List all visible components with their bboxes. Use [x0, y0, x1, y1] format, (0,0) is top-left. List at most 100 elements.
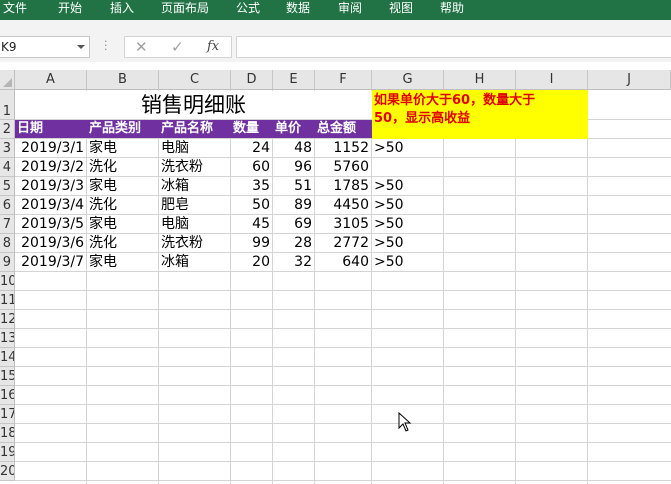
cell-product[interactable]: 肥皂 [159, 196, 230, 214]
header-product[interactable]: 产品名称 [161, 120, 213, 138]
cell-product[interactable]: 洗衣粉 [159, 234, 230, 252]
tab-formulas[interactable]: 公式 [236, 0, 260, 20]
row-header-6[interactable]: 6 [0, 196, 15, 215]
cell-date[interactable]: 2019/3/3 [15, 177, 86, 195]
cell-product[interactable]: 电脑 [159, 215, 230, 233]
tab-help[interactable]: 帮助 [440, 0, 464, 20]
column-header-h[interactable]: H [444, 70, 516, 90]
cell-category[interactable]: 洗化 [87, 196, 158, 214]
row-header-19[interactable]: 19 [0, 443, 15, 462]
cell-quantity[interactable]: 60 [231, 158, 272, 176]
cell-date[interactable]: 2019/3/2 [15, 158, 86, 176]
row-header-16[interactable]: 16 [0, 386, 15, 405]
row-header-1[interactable]: 1 [0, 90, 15, 120]
row-header-20[interactable]: 20 [0, 462, 15, 481]
cell-quantity[interactable]: 35 [231, 177, 272, 195]
cell-flag[interactable]: >50 [372, 196, 443, 214]
cell-price[interactable]: 32 [273, 253, 314, 271]
row-header-9[interactable]: 9 [0, 253, 15, 272]
cell-total[interactable]: 3105 [315, 215, 371, 233]
row-header-18[interactable]: 18 [0, 424, 15, 443]
formula-input[interactable] [236, 36, 671, 58]
tab-file[interactable]: 文件 [3, 0, 27, 20]
cell-category[interactable]: 家电 [87, 177, 158, 195]
cell-flag[interactable]: >50 [372, 253, 443, 271]
cell-price[interactable]: 96 [273, 158, 314, 176]
tab-review[interactable]: 审阅 [338, 0, 362, 20]
header-quantity[interactable]: 数量 [233, 120, 259, 138]
cell-flag[interactable]: >50 [372, 215, 443, 233]
row-header-14[interactable]: 14 [0, 348, 15, 367]
row-header-10[interactable]: 10 [0, 272, 15, 291]
header-date[interactable]: 日期 [17, 120, 43, 138]
cell-quantity[interactable]: 99 [231, 234, 272, 252]
column-header-j[interactable]: J [588, 70, 671, 90]
cell-product[interactable]: 冰箱 [159, 177, 230, 195]
row-header-3[interactable]: 3 [0, 139, 15, 158]
cell-quantity[interactable]: 45 [231, 215, 272, 233]
cancel-icon[interactable]: ✕ [135, 37, 148, 57]
cell-total[interactable]: 640 [315, 253, 371, 271]
cell-total[interactable]: 2772 [315, 234, 371, 252]
note-cell[interactable]: 如果单价大于60，数量大于 50，显示高收益 [372, 90, 588, 139]
cell-category[interactable]: 家电 [87, 253, 158, 271]
cell-quantity[interactable]: 24 [231, 139, 272, 157]
enter-icon[interactable]: ✓ [171, 37, 184, 57]
column-header-c[interactable]: C [159, 70, 231, 90]
drag-handle-icon[interactable]: · · · [104, 36, 108, 55]
tab-view[interactable]: 视图 [389, 0, 413, 20]
cell-date[interactable]: 2019/3/7 [15, 253, 86, 271]
cell-date[interactable]: 2019/3/6 [15, 234, 86, 252]
cell-price[interactable]: 48 [273, 139, 314, 157]
cell-total[interactable]: 1152 [315, 139, 371, 157]
cell-price[interactable]: 51 [273, 177, 314, 195]
cell-date[interactable]: 2019/3/5 [15, 215, 86, 233]
chevron-down-icon[interactable] [77, 45, 85, 49]
column-header-b[interactable]: B [87, 70, 159, 90]
row-header-17[interactable]: 17 [0, 405, 15, 424]
header-total[interactable]: 总金额 [317, 120, 356, 138]
column-header-e[interactable]: E [273, 70, 315, 90]
row-header-8[interactable]: 8 [0, 234, 15, 253]
cell-total[interactable]: 4450 [315, 196, 371, 214]
cell-product[interactable]: 冰箱 [159, 253, 230, 271]
cell-total[interactable]: 1785 [315, 177, 371, 195]
row-header-12[interactable]: 12 [0, 310, 15, 329]
cell-category[interactable]: 家电 [87, 215, 158, 233]
cell-product[interactable]: 洗衣粉 [159, 158, 230, 176]
row-header-13[interactable]: 13 [0, 329, 15, 348]
cell-flag[interactable]: >50 [372, 139, 443, 157]
select-all-corner[interactable] [0, 70, 15, 90]
cell-date[interactable]: 2019/3/4 [15, 196, 86, 214]
row-header-2[interactable]: 2 [0, 120, 15, 139]
cell-flag[interactable]: >50 [372, 177, 443, 195]
header-price[interactable]: 单价 [275, 120, 301, 138]
cell-total[interactable]: 5760 [315, 158, 371, 176]
row-header-15[interactable]: 15 [0, 367, 15, 386]
cell-price[interactable]: 28 [273, 234, 314, 252]
tab-home[interactable]: 开始 [58, 0, 82, 20]
name-box[interactable]: K9 [0, 36, 90, 58]
tab-insert[interactable]: 插入 [110, 0, 134, 20]
tab-data[interactable]: 数据 [286, 0, 310, 20]
cell-price[interactable]: 89 [273, 196, 314, 214]
column-header-f[interactable]: F [315, 70, 372, 90]
column-header-a[interactable]: A [15, 70, 87, 90]
row-header-11[interactable]: 11 [0, 291, 15, 310]
row-header-7[interactable]: 7 [0, 215, 15, 234]
header-category[interactable]: 产品类别 [89, 120, 141, 138]
column-header-g[interactable]: G [372, 70, 444, 90]
cell-quantity[interactable]: 50 [231, 196, 272, 214]
row-header-4[interactable]: 4 [0, 158, 15, 177]
row-header-5[interactable]: 5 [0, 177, 15, 196]
cell-flag[interactable]: >50 [372, 234, 443, 252]
cell-product[interactable]: 电脑 [159, 139, 230, 157]
column-header-d[interactable]: D [231, 70, 273, 90]
tab-page-layout[interactable]: 页面布局 [161, 0, 209, 20]
insert-function-icon[interactable]: fx [207, 37, 219, 57]
cell-date[interactable]: 2019/3/1 [15, 139, 86, 157]
cell-category[interactable]: 洗化 [87, 234, 158, 252]
cell-category[interactable]: 家电 [87, 139, 158, 157]
cell-category[interactable]: 洗化 [87, 158, 158, 176]
sheet-title[interactable]: 销售明细账 [15, 91, 372, 119]
